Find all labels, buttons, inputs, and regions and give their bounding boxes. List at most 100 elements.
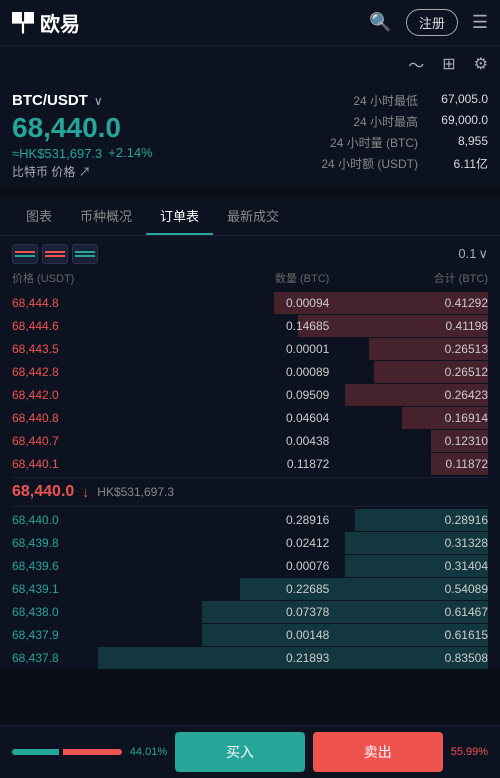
ask-row[interactable]: 68,442.8 0.00089 0.26512 — [12, 361, 488, 383]
ask-row[interactable]: 68,440.7 0.00438 0.12310 — [12, 430, 488, 452]
bid-row[interactable]: 68,439.8 0.02412 0.31328 — [12, 532, 488, 554]
ask-price: 68,440.1 — [12, 457, 171, 471]
price-info-wrapper: BTC/USDT ∨ 68,440.0 ≈HK$531,697.3 +2.14%… — [12, 92, 488, 180]
ask-qty: 0.04604 — [171, 411, 330, 425]
bottom-bar: 44.01% 买入 卖出 55.99% — [0, 725, 500, 778]
register-button[interactable]: 注册 — [406, 9, 458, 36]
buy-pct-label: 44.01% — [130, 746, 167, 758]
ask-row[interactable]: 68,443.5 0.00001 0.26513 — [12, 338, 488, 360]
grid-icon[interactable]: ⊞ — [442, 54, 455, 74]
view-bids-btn[interactable] — [72, 244, 98, 264]
logo-icon — [12, 12, 34, 34]
bid-total: 0.54089 — [329, 582, 488, 596]
bid-price: 68,439.6 — [12, 559, 171, 573]
ask-qty: 0.11872 — [171, 457, 330, 471]
external-link-icon: ↗ — [79, 165, 91, 179]
chart-line-icon[interactable]: 〜 — [408, 52, 424, 76]
bid-price: 68,440.0 — [12, 513, 171, 527]
logo-text: 欧易 — [40, 8, 80, 37]
tab-orderbook[interactable]: 订单表 — [146, 196, 213, 235]
change-pct: +2.14% — [108, 145, 152, 160]
hk-price: ≈HK$531,697.3 — [12, 146, 102, 161]
price-stats: 24 小时最低 67,005.0 24 小时最高 69,000.0 24 小时量… — [321, 92, 488, 180]
bid-price: 68,437.9 — [12, 628, 171, 642]
pair-name[interactable]: BTC/USDT — [12, 92, 88, 109]
bid-rows: 68,440.0 0.28916 0.28916 68,439.8 0.0241… — [12, 509, 488, 669]
ask-row[interactable]: 68,444.8 0.00094 0.41292 — [12, 292, 488, 314]
main-price: 68,440.0 — [12, 113, 153, 144]
ask-row[interactable]: 68,440.8 0.04604 0.16914 — [12, 407, 488, 429]
bid-qty: 0.07378 — [171, 605, 330, 619]
mid-hk-price: HK$531,697.3 — [97, 485, 174, 499]
logo: 欧易 — [12, 8, 80, 37]
view-both-btn[interactable] — [12, 244, 38, 264]
stat-low-value: 67,005.0 — [428, 92, 488, 109]
settings-icon[interactable]: ⚙ — [474, 54, 488, 74]
bid-total: 0.31404 — [329, 559, 488, 573]
decimal-select[interactable]: 0.1 ∨ — [458, 246, 488, 262]
bid-total: 0.83508 — [329, 651, 488, 665]
ask-price: 68,443.5 — [12, 342, 171, 356]
ask-row[interactable]: 68,442.0 0.09509 0.26423 — [12, 384, 488, 406]
stat-high-value: 69,000.0 — [428, 113, 488, 130]
stat-vol-usdt: 24 小时额 (USDT) 6.11亿 — [321, 155, 488, 172]
tabs: 图表 币种概况 订单表 最新成交 — [0, 196, 500, 236]
ask-row[interactable]: 68,440.1 0.11872 0.11872 — [12, 453, 488, 475]
search-icon[interactable]: 🔍 — [369, 12, 391, 33]
bid-price: 68,439.1 — [12, 582, 171, 596]
bid-row[interactable]: 68,437.9 0.00148 0.61615 — [12, 624, 488, 646]
mid-price: 68,440.0 — [12, 483, 74, 501]
stat-high-label: 24 小时最高 — [353, 113, 418, 130]
chevron-down-icon: ∨ — [478, 246, 488, 262]
price-left: BTC/USDT ∨ 68,440.0 ≈HK$531,697.3 +2.14%… — [12, 92, 153, 180]
bid-row[interactable]: 68,438.0 0.07378 0.61467 — [12, 601, 488, 623]
ask-price: 68,442.8 — [12, 365, 171, 379]
ask-total: 0.26513 — [329, 342, 488, 356]
tab-trades[interactable]: 最新成交 — [213, 196, 293, 235]
stat-low-label: 24 小时最低 — [353, 92, 418, 109]
ask-price: 68,442.0 — [12, 388, 171, 402]
ask-total: 0.26512 — [329, 365, 488, 379]
price-section: BTC/USDT ∨ 68,440.0 ≈HK$531,697.3 +2.14%… — [0, 82, 500, 188]
bid-price: 68,438.0 — [12, 605, 171, 619]
ask-total: 0.16914 — [329, 411, 488, 425]
menu-icon[interactable]: ☰ — [472, 12, 488, 33]
pair-chevron-icon[interactable]: ∨ — [94, 94, 103, 108]
buy-button[interactable]: 买入 — [175, 732, 305, 772]
col-price-header: 价格 (USDT) — [12, 270, 171, 286]
stat-vol-btc-value: 8,955 — [428, 134, 488, 151]
header: 欧易 🔍 注册 ☰ — [0, 0, 500, 46]
bid-qty: 0.22685 — [171, 582, 330, 596]
view-buttons-row: 0.1 ∨ — [12, 244, 488, 264]
bid-total: 0.61467 — [329, 605, 488, 619]
pair-row: BTC/USDT ∨ — [12, 92, 153, 109]
bid-qty: 0.00076 — [171, 559, 330, 573]
sell-button[interactable]: 卖出 — [313, 732, 443, 772]
ask-price: 68,440.7 — [12, 434, 171, 448]
bid-row[interactable]: 68,437.8 0.21893 0.83508 — [12, 647, 488, 669]
col-qty-header: 数量 (BTC) — [171, 270, 330, 286]
bid-qty: 0.28916 — [171, 513, 330, 527]
bid-total: 0.61615 — [329, 628, 488, 642]
ask-total: 0.12310 — [329, 434, 488, 448]
ask-total: 0.26423 — [329, 388, 488, 402]
column-headers: 价格 (USDT) 数量 (BTC) 合计 (BTC) — [12, 270, 488, 290]
ask-qty: 0.00001 — [171, 342, 330, 356]
bid-row[interactable]: 68,439.6 0.00076 0.31404 — [12, 555, 488, 577]
orderbook: 0.1 ∨ 价格 (USDT) 数量 (BTC) 合计 (BTC) 68,444… — [0, 236, 500, 669]
ask-qty: 0.09509 — [171, 388, 330, 402]
sell-pct-bar — [63, 749, 122, 755]
ask-qty: 0.00089 — [171, 365, 330, 379]
sell-pct-label: 55.99% — [451, 746, 488, 758]
bid-row[interactable]: 68,439.1 0.22685 0.54089 — [12, 578, 488, 600]
stat-low: 24 小时最低 67,005.0 — [321, 92, 488, 109]
tab-chart[interactable]: 图表 — [12, 196, 66, 235]
bid-row[interactable]: 68,440.0 0.28916 0.28916 — [12, 509, 488, 531]
view-asks-btn[interactable] — [42, 244, 68, 264]
bid-total: 0.28916 — [329, 513, 488, 527]
ask-qty: 0.00094 — [171, 296, 330, 310]
bid-qty: 0.21893 — [171, 651, 330, 665]
mid-direction-icon: ↓ — [82, 484, 89, 500]
ask-row[interactable]: 68,444.6 0.14685 0.41198 — [12, 315, 488, 337]
tab-overview[interactable]: 币种概况 — [66, 196, 146, 235]
